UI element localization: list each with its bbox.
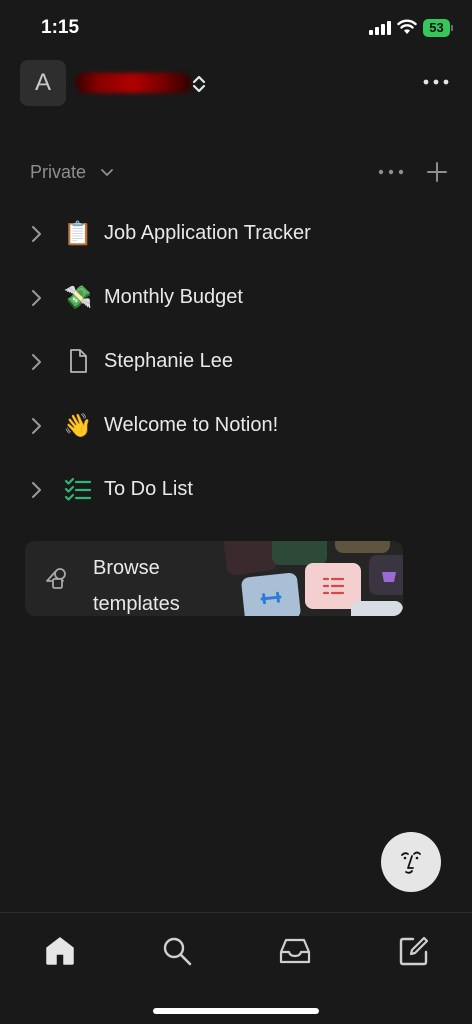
- waving-hand-icon: 👋: [63, 412, 93, 438]
- notion-ai-button[interactable]: [381, 832, 441, 892]
- page-row-to-do-list[interactable]: To Do List: [0, 462, 472, 518]
- money-wings-icon: 💸: [63, 284, 93, 310]
- app-screen: 1:15 53 A Private 📋 Job Application Trac…: [0, 0, 472, 1024]
- battery-icon: 53: [423, 19, 453, 37]
- status-bar: 1:15 53: [0, 0, 472, 58]
- page-row-stephanie-lee[interactable]: Stephanie Lee: [0, 334, 472, 390]
- add-page-icon[interactable]: [425, 160, 449, 184]
- signal-icon: [369, 21, 391, 35]
- inbox-icon[interactable]: [277, 933, 313, 969]
- document-icon: [70, 349, 87, 373]
- page-row-welcome-to-notion[interactable]: 👋 Welcome to Notion!: [0, 398, 472, 454]
- wifi-icon: [397, 19, 417, 34]
- page-title: Stephanie Lee: [104, 350, 234, 372]
- workspace-switch-icon[interactable]: [191, 73, 207, 95]
- status-time: 1:15: [41, 17, 80, 38]
- chevron-right-icon[interactable]: [28, 288, 44, 308]
- page-title: Welcome to Notion!: [104, 414, 279, 436]
- workspace-avatar[interactable]: A: [20, 60, 66, 106]
- browse-templates-card[interactable]: Browse templates: [25, 541, 403, 616]
- search-icon[interactable]: [159, 933, 195, 969]
- ai-face-icon: [401, 851, 421, 874]
- page-title: Monthly Budget: [104, 286, 243, 308]
- checklist-icon: [64, 477, 92, 501]
- battery-percent: 53: [429, 20, 444, 35]
- chevron-right-icon[interactable]: [28, 352, 44, 372]
- clipboard-icon: 📋: [63, 220, 93, 246]
- home-indicator[interactable]: [153, 1008, 319, 1014]
- compose-icon[interactable]: [396, 933, 432, 969]
- workspace-name-redacted[interactable]: [76, 73, 191, 93]
- page-row-job-application-tracker[interactable]: 📋 Job Application Tracker: [0, 206, 472, 262]
- chevron-down-icon[interactable]: [100, 166, 114, 178]
- chevron-right-icon[interactable]: [28, 224, 44, 244]
- page-title: To Do List: [104, 478, 193, 500]
- templates-shapes-icon: [46, 568, 66, 589]
- page-title: Job Application Tracker: [104, 222, 311, 244]
- section-label-private[interactable]: Private: [30, 162, 86, 183]
- more-options-icon[interactable]: [420, 72, 452, 92]
- home-icon[interactable]: [42, 933, 78, 969]
- chevron-right-icon[interactable]: [28, 416, 44, 436]
- chevron-right-icon[interactable]: [28, 480, 44, 500]
- browse-templates-label: Browse templates: [93, 557, 180, 615]
- page-row-monthly-budget[interactable]: 💸 Monthly Budget: [0, 270, 472, 326]
- section-more-icon[interactable]: [376, 162, 406, 182]
